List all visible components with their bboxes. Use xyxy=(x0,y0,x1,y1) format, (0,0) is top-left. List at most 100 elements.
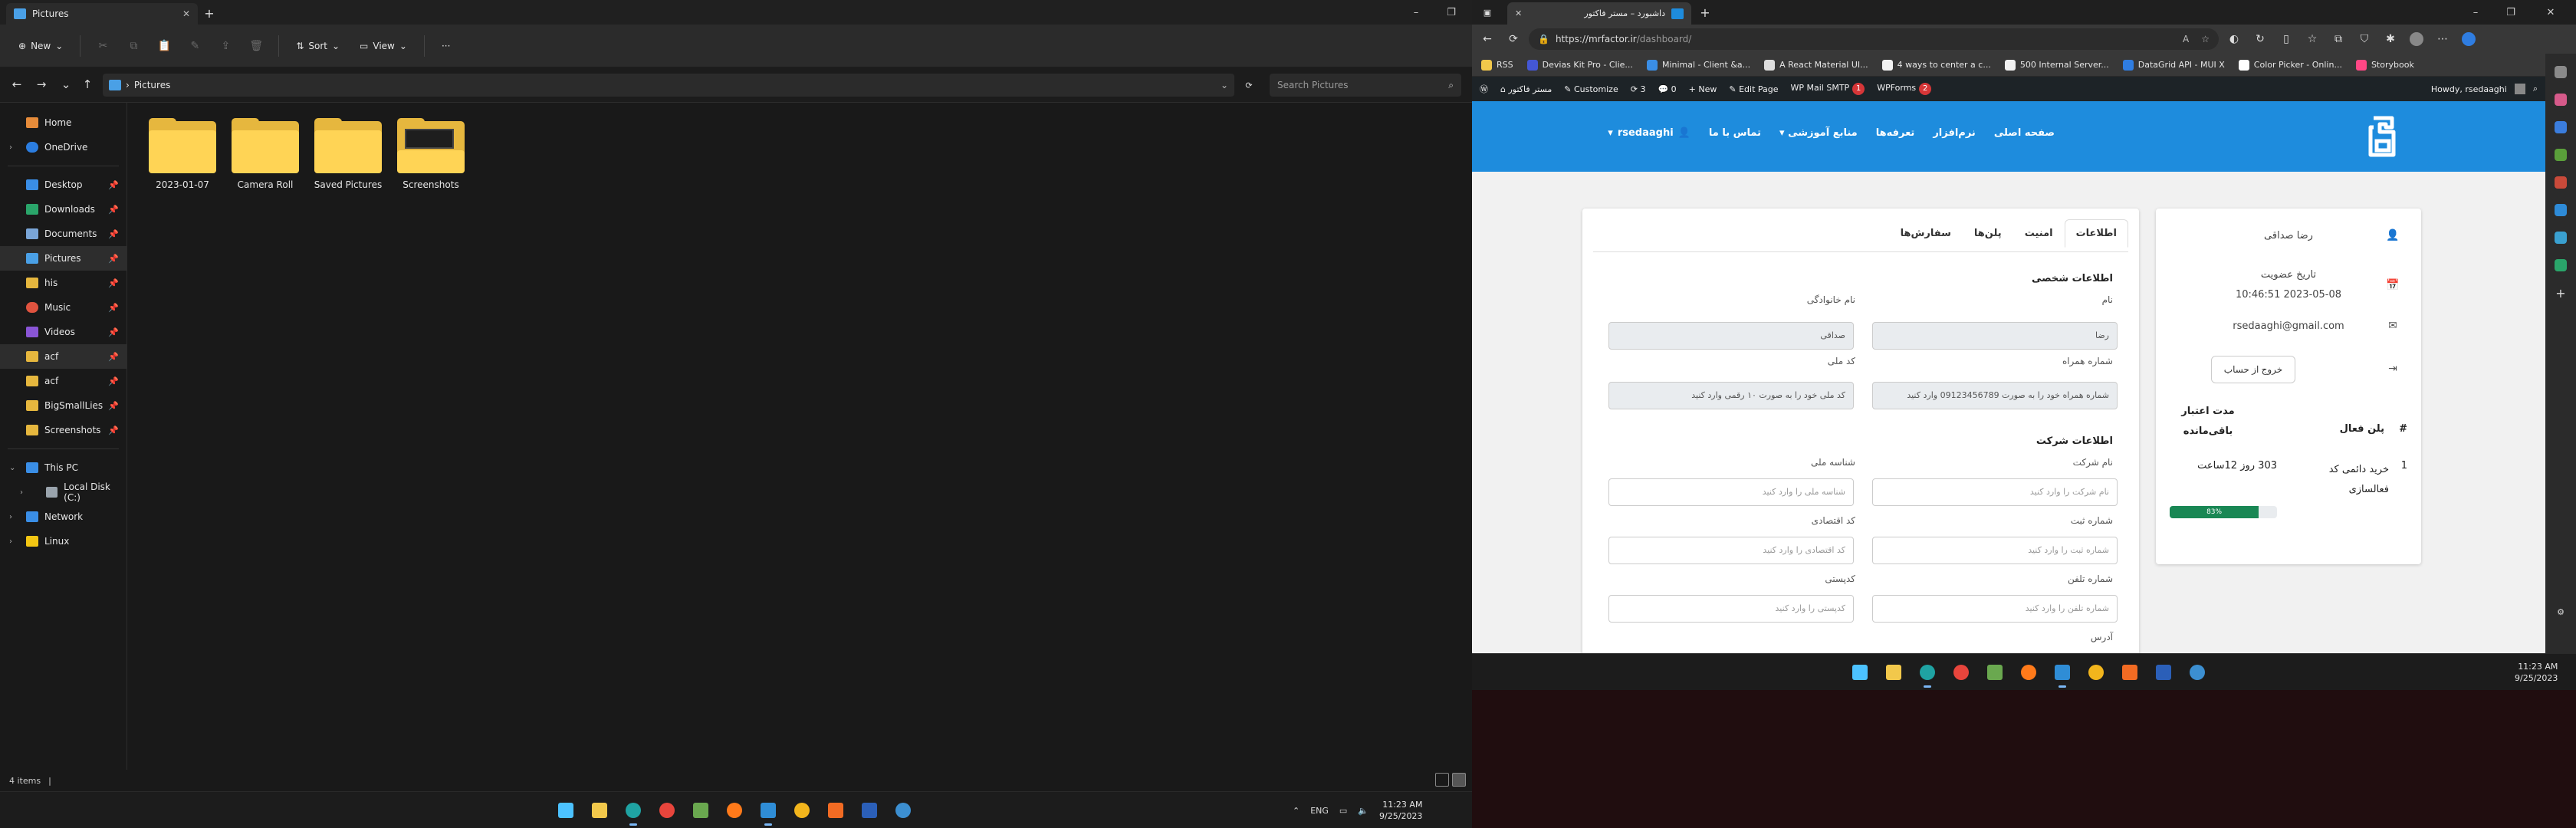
share-icon[interactable]: ⇪ xyxy=(212,34,238,58)
xampp-icon[interactable] xyxy=(2118,660,2142,685)
maximize-button[interactable]: ❐ xyxy=(1434,0,1469,25)
wp-howdy[interactable]: Howdy, rsedaaghi xyxy=(2431,84,2507,94)
mobile-field[interactable]: شماره همراه خود را به صورت 09123456789 و… xyxy=(1872,382,2118,409)
volume-icon[interactable]: 🔈 xyxy=(1358,806,1368,816)
forward-arrow-icon[interactable]: → xyxy=(31,74,52,95)
office-icon[interactable] xyxy=(2555,176,2567,189)
nav-item-music[interactable]: Music 📌 xyxy=(0,295,127,320)
pin-icon[interactable]: 📌 xyxy=(108,327,119,337)
nav-item-acf[interactable]: acf 📌 xyxy=(0,344,127,369)
drop-icon[interactable] xyxy=(2555,259,2567,271)
menu-item-software[interactable]: نرم‌افزار xyxy=(1933,127,1976,139)
shopping-icon[interactable] xyxy=(2555,94,2567,106)
edge-tab[interactable]: داشبورد – مستر فاکتور ✕ xyxy=(1507,2,1691,25)
pin-icon[interactable]: 📌 xyxy=(108,401,119,411)
national-code-field[interactable]: کد ملی خود را به صورت ۱۰ رقمی وارد کنید xyxy=(1608,382,1854,409)
nav-item-local-disk[interactable]: › Local Disk (C:) xyxy=(0,480,127,504)
sidebar-settings-icon[interactable]: ⚙ xyxy=(2555,606,2567,618)
expand-chevron-icon[interactable]: › xyxy=(9,143,12,152)
phone-field[interactable]: شماره تلفن را وارد کنید xyxy=(1872,595,2118,623)
wp-new[interactable]: + New xyxy=(1689,84,1717,94)
language-indicator[interactable]: ENG xyxy=(1310,806,1329,816)
search-icon[interactable]: ⌕ xyxy=(2533,84,2538,94)
bookmark-item[interactable]: Storybook xyxy=(2355,59,2414,71)
first-name-field[interactable]: رضا xyxy=(1872,322,2118,350)
sort-button[interactable]: ⇅ Sort ⌄ xyxy=(288,34,347,58)
pin-icon[interactable]: 📌 xyxy=(108,278,119,288)
pin-icon[interactable]: 📌 xyxy=(108,376,119,386)
chrome-icon[interactable] xyxy=(655,798,679,823)
bookmark-item[interactable]: 500 Internal Server... xyxy=(2004,59,2109,71)
explorer-tab[interactable]: Pictures ✕ xyxy=(6,3,198,25)
paste-icon[interactable]: 📋 xyxy=(151,34,177,58)
bookmark-item[interactable]: RSS xyxy=(1481,59,1513,71)
nav-item-desktop[interactable]: Desktop 📌 xyxy=(0,172,127,197)
pin-icon[interactable]: 📌 xyxy=(108,352,119,362)
refresh-icon[interactable]: ↻ xyxy=(2249,28,2271,50)
favorite-star-icon[interactable]: ☆ xyxy=(2201,34,2210,44)
avatar[interactable] xyxy=(2514,84,2525,94)
expand-chevron-icon[interactable]: › xyxy=(9,537,12,546)
refresh-icon[interactable]: ⟳ xyxy=(1503,28,1524,50)
nav-item-his[interactable]: his 📌 xyxy=(0,271,127,295)
recent-chevron-icon[interactable]: ⌄ xyxy=(55,74,77,95)
nav-item-network[interactable]: › Network xyxy=(0,504,127,529)
pin-icon[interactable]: 📌 xyxy=(108,303,119,313)
close-tab-icon[interactable]: ✕ xyxy=(1515,8,1522,18)
chrome-beta-icon[interactable] xyxy=(790,798,814,823)
new-button[interactable]: ⊕ New ⌄ xyxy=(11,34,71,58)
nav-item-home[interactable]: Home xyxy=(0,110,127,135)
clock[interactable]: 11:23 AM 9/25/2023 xyxy=(2515,661,2558,684)
bookmark-item[interactable]: Devias Kit Pro - Clie... xyxy=(1526,59,1633,71)
rename-icon[interactable]: ✎ xyxy=(182,34,208,58)
word-icon[interactable] xyxy=(857,798,882,823)
shield-icon[interactable]: ⛉ xyxy=(2354,28,2375,50)
url-bar[interactable]: 🔒 https://mrfactor.ir/dashboard/ A ☆ xyxy=(1529,28,2219,50)
wp-customize[interactable]: ✎ Customize xyxy=(1564,84,1618,94)
expand-chevron-icon[interactable]: › xyxy=(20,488,23,497)
tools-icon[interactable] xyxy=(2555,121,2567,133)
pin-icon[interactable]: 📌 xyxy=(108,180,119,190)
nav-item-pictures[interactable]: Pictures 📌 xyxy=(0,246,127,271)
chrome-icon[interactable] xyxy=(1949,660,1973,685)
designer-icon[interactable] xyxy=(2555,232,2567,244)
bookmark-item[interactable]: A React Material UI... xyxy=(1764,59,1868,71)
maximize-button[interactable]: ❐ xyxy=(2493,0,2528,25)
economic-code-field[interactable]: کد اقتصادی را وارد کنید xyxy=(1608,537,1854,564)
notepad-icon[interactable] xyxy=(1983,660,2007,685)
bookmark-item[interactable]: 4 ways to center a c... xyxy=(1881,59,1991,71)
tab-info[interactable]: اطلاعات xyxy=(2064,219,2128,248)
delete-icon[interactable]: 🗑 xyxy=(243,34,269,58)
bookmark-item[interactable]: Color Picker - Onlin... xyxy=(2238,59,2342,71)
last-name-field[interactable]: صداقی xyxy=(1608,322,1854,350)
outlook-icon[interactable] xyxy=(2555,204,2567,216)
folder-item[interactable]: Saved Pictures xyxy=(308,118,388,210)
search-icon[interactable] xyxy=(2555,66,2567,78)
minimize-button[interactable]: – xyxy=(2458,0,2493,25)
back-arrow-icon[interactable]: ← xyxy=(6,74,28,95)
details-view-icon[interactable] xyxy=(1435,773,1449,787)
nav-item-acf-2[interactable]: acf 📌 xyxy=(0,369,127,393)
notepad-icon[interactable] xyxy=(688,798,713,823)
collections-icon[interactable]: ⧉ xyxy=(2328,28,2349,50)
user-menu[interactable]: 👤 rsedaaghi ▾ xyxy=(1608,127,1691,139)
bookmark-item[interactable]: Minimal - Client &a... xyxy=(1646,59,1750,71)
pin-icon[interactable]: 📌 xyxy=(108,229,119,239)
cut-icon[interactable]: ✂ xyxy=(90,34,116,58)
expand-chevron-icon[interactable]: ⌄ xyxy=(9,464,15,472)
more-icon[interactable]: ⋯ xyxy=(2432,28,2453,50)
firefox-icon[interactable] xyxy=(722,798,747,823)
pin-icon[interactable]: 📌 xyxy=(108,426,119,435)
chevron-up-icon[interactable]: ⌃ xyxy=(1293,806,1300,816)
company-name-field[interactable]: نام شرکت را وارد کنید xyxy=(1872,478,2118,506)
tiles-view-icon[interactable] xyxy=(1452,773,1466,787)
globe-icon[interactable] xyxy=(891,798,915,823)
nav-item-downloads[interactable]: Downloads 📌 xyxy=(0,197,127,222)
file-explorer-icon[interactable] xyxy=(587,798,612,823)
nav-item-onedrive[interactable]: › OneDrive xyxy=(0,135,127,159)
extensions-icon[interactable]: ✱ xyxy=(2380,28,2401,50)
postal-code-field[interactable]: کدپستی را وارد کنید xyxy=(1608,595,1854,623)
globe-icon[interactable] xyxy=(2185,660,2210,685)
folder-item[interactable]: Screenshots xyxy=(391,118,471,210)
vscode-icon[interactable] xyxy=(2050,660,2075,688)
